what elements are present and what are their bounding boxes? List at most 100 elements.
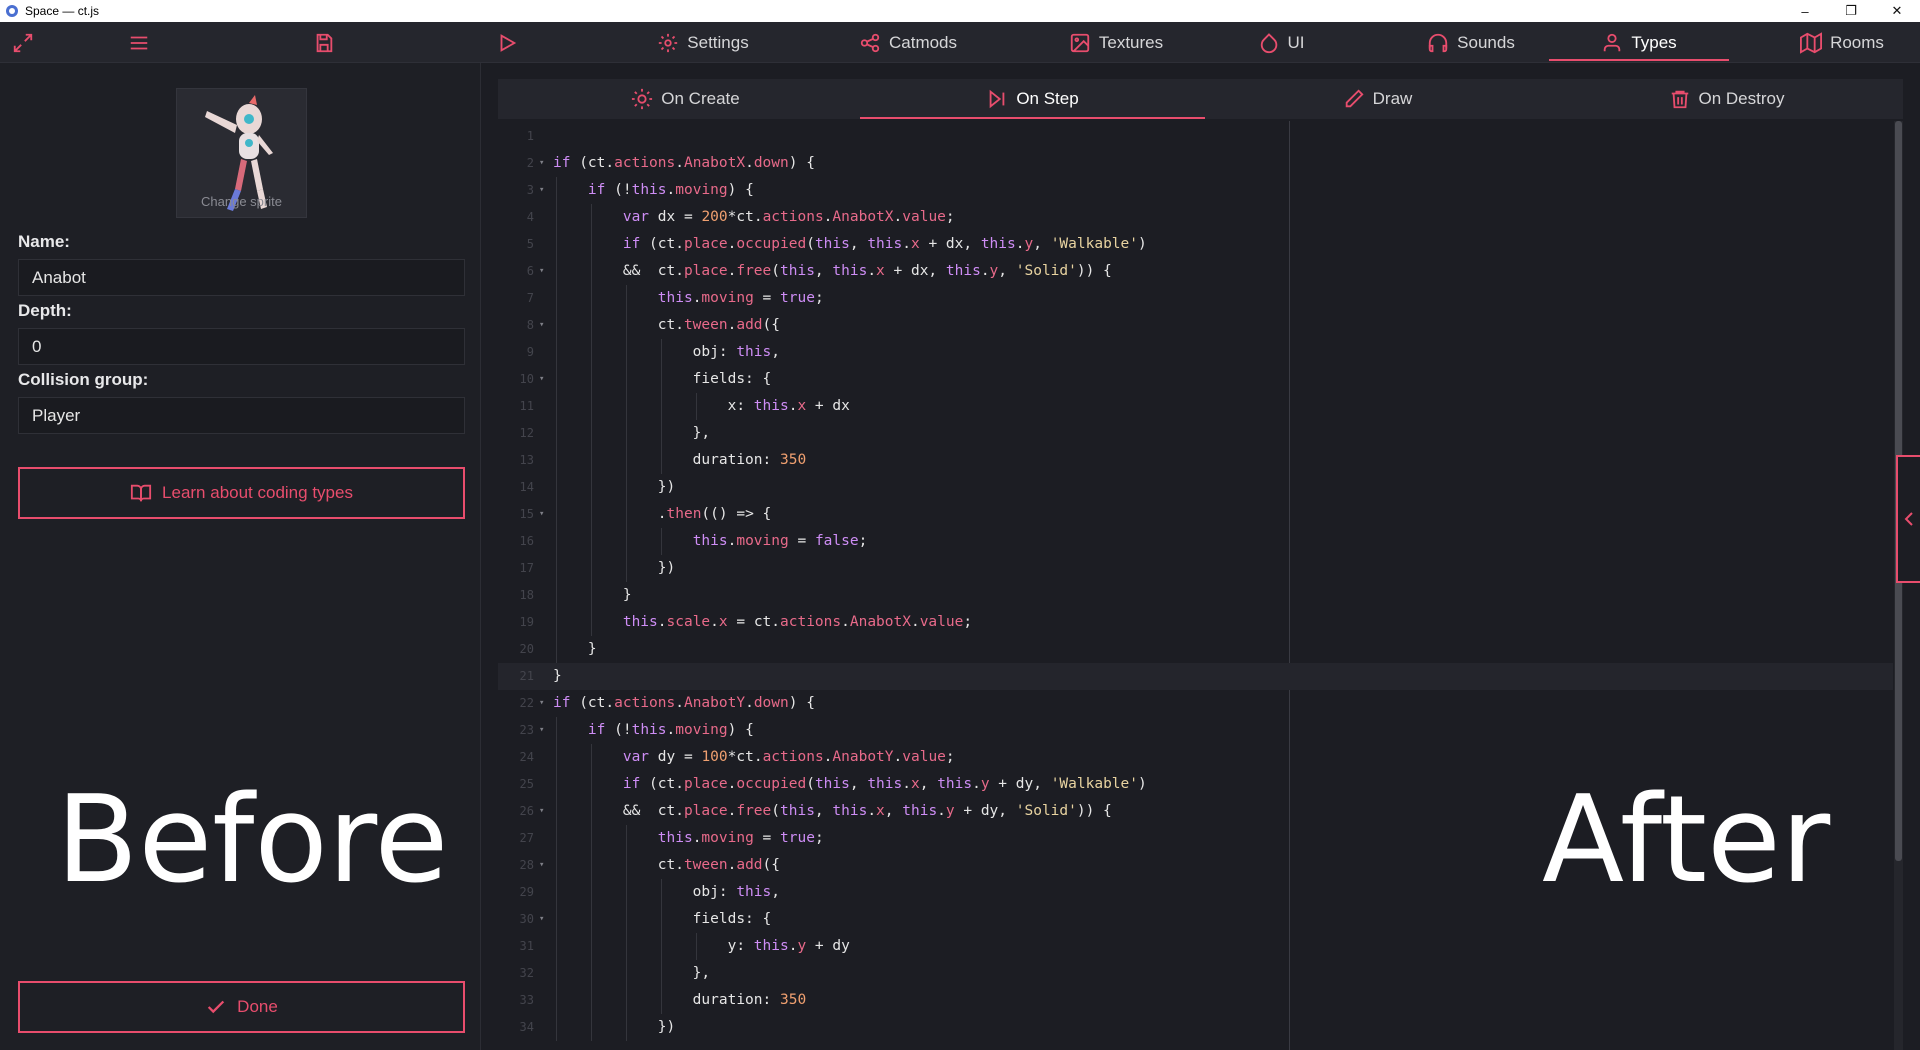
fold-toggle-icon[interactable]: ▾ [539,366,544,393]
fold-toggle-icon[interactable]: ▾ [539,501,544,528]
headphones-icon [1428,33,1448,52]
code-line[interactable]: 9 obj: this, [498,339,1893,366]
tab-types[interactable]: Types [1549,22,1729,63]
type-properties-panel: Change sprite Name: Anabot Depth: 0 Coll… [0,63,481,1050]
code-line[interactable]: 10 ▾ fields: { [498,366,1893,393]
fold-toggle-icon[interactable]: ▾ [539,798,544,825]
code-line[interactable]: 21} [498,663,1893,690]
code-line[interactable]: 6 ▾ && ct.place.free(this, this.x + dx, t… [498,258,1893,285]
fold-toggle-icon[interactable]: ▾ [539,852,544,879]
indent-guide [590,285,592,312]
code-line[interactable]: 17 }) [498,555,1893,582]
code-line[interactable]: 32 }, [498,960,1893,987]
fold-toggle-icon[interactable]: ▾ [539,690,544,717]
code-line[interactable]: 3 ▾ if (!this.moving) { [498,177,1893,204]
learn-coding-types-button[interactable]: Learn about coding types [18,467,465,519]
indent-guide [556,879,557,906]
tab-on-destroy[interactable]: On Destroy [1550,79,1903,119]
indent-guide [590,609,592,636]
code-line[interactable]: 8 ▾ ct.tween.add({ [498,312,1893,339]
menu-icon[interactable] [119,22,159,63]
collision-group-field[interactable]: Player [18,397,465,434]
minimize-button[interactable]: – [1782,0,1828,22]
tab-draw[interactable]: Draw [1205,79,1550,119]
tab-sounds-label: Sounds [1457,32,1515,52]
tab-sounds[interactable]: Sounds [1410,22,1532,63]
code-line[interactable]: 12 }, [498,420,1893,447]
indent-guide [556,366,557,393]
code-line[interactable]: 16 this.moving = false; [498,528,1893,555]
code-line[interactable]: 31 y: this.y + dy [498,933,1893,960]
tab-textures[interactable]: Textures [1054,22,1178,63]
code-line[interactable]: 7 this.moving = true; [498,285,1893,312]
fold-toggle-icon[interactable]: ▾ [539,312,544,339]
indent-guide [556,906,557,933]
code-line[interactable]: 11 x: this.x + dx [498,393,1893,420]
line-number: 3 [526,183,534,197]
tab-on-create[interactable]: On Create [498,79,873,119]
indent-guide [625,393,627,420]
code-line[interactable]: 34 }) [498,1014,1893,1041]
code-line[interactable]: 14 }) [498,474,1893,501]
code-line[interactable]: 33 duration: 350 [498,987,1893,1014]
code-line[interactable]: 4 var dx = 200*ct.actions.AnabotX.value; [498,204,1893,231]
line-number: 34 [519,1020,534,1034]
code-line[interactable]: 18 } [498,582,1893,609]
collapse-panel-handle[interactable] [1896,455,1920,583]
indent-guide [590,312,592,339]
code-line[interactable]: 1 [498,123,1893,150]
fold-toggle-icon[interactable]: ▾ [539,177,544,204]
name-field[interactable]: Anabot [18,259,465,296]
indent-guide [660,528,662,555]
fold-toggle-icon[interactable]: ▾ [539,258,544,285]
trash-icon [1671,90,1688,109]
code-line[interactable]: 24 var dy = 100*ct.actions.AnabotY.value… [498,744,1893,771]
code-editor[interactable]: 1 2 ▾ if (ct.actions.AnabotX.down) { 3 ▾ if (… [498,121,1903,1050]
tab-catmods[interactable]: Catmods [848,22,968,63]
fold-toggle-icon[interactable]: ▾ [539,150,544,177]
line-number: 31 [519,939,534,953]
indent-guide [625,501,627,528]
line-number: 7 [526,291,534,305]
restore-button[interactable]: ❐ [1828,0,1874,22]
sun-icon [632,88,653,110]
droplet-icon [1260,32,1277,53]
code-line[interactable]: 30 ▾ fields: { [498,906,1893,933]
code-line[interactable]: 19 this.scale.x = ct.actions.AnabotX.val… [498,609,1893,636]
line-number: 21 [519,669,534,683]
indent-guide [556,528,557,555]
indent-guide [556,285,557,312]
line-number: 15 [519,507,534,521]
depth-field[interactable]: 0 [18,328,465,365]
code-line[interactable]: 13 duration: 350 [498,447,1893,474]
code-line-text: obj: this, [553,344,780,360]
code-line[interactable]: 23 ▾ if (!this.moving) { [498,717,1893,744]
tab-rooms[interactable]: Rooms [1782,22,1902,63]
tab-settings[interactable]: Settings [648,22,758,63]
line-number: 22 [519,696,534,710]
code-line[interactable]: 5 if (ct.place.occupied(this, this.x + d… [498,231,1893,258]
collision-group-label: Collision group: [18,370,149,389]
editor-scrollbar[interactable] [1894,121,1903,1050]
code-line[interactable]: 15 ▾ .then(() => { [498,501,1893,528]
code-line-text: if (ct.place.occupied(this, this.x, this… [622,776,1147,792]
line-number: 19 [519,615,534,629]
code-line[interactable]: 2 ▾ if (ct.actions.AnabotX.down) { [498,150,1893,177]
tab-catmods-label: Catmods [888,32,958,52]
tab-ui[interactable]: UI [1256,22,1306,63]
fold-toggle-icon[interactable]: ▾ [539,717,544,744]
done-button[interactable]: Done [18,981,465,1033]
indent-guide [625,312,627,339]
tab-on-step[interactable]: On Step [860,79,1205,119]
save-icon[interactable] [304,22,344,63]
expand-icon[interactable] [3,22,43,63]
close-button[interactable]: ✕ [1874,0,1920,22]
line-number: 27 [519,831,534,845]
code-line[interactable]: 20 } [498,636,1893,663]
code-line-text: this.moving = true; [657,830,824,846]
sprite-preview[interactable]: Change sprite [176,88,307,218]
play-icon[interactable] [487,22,527,63]
indent-guide [556,987,557,1014]
fold-toggle-icon[interactable]: ▾ [539,906,544,933]
code-line[interactable]: 22 ▾ if (ct.actions.AnabotY.down) { [498,690,1893,717]
